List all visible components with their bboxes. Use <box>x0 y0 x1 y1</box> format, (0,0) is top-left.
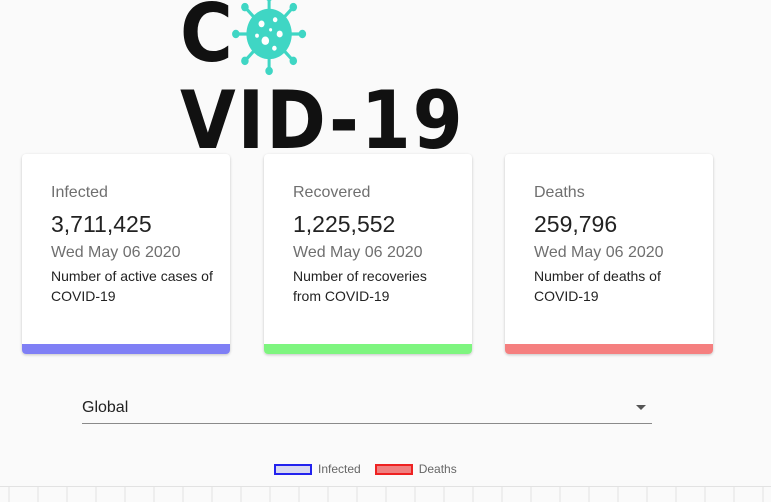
legend-label: Deaths <box>418 462 457 476</box>
deaths-card: Deaths 259,796 Wed May 06 2020 Number of… <box>505 154 713 354</box>
country-select[interactable]: Global <box>82 394 652 424</box>
dropdown-arrow-icon[interactable] <box>636 405 646 410</box>
card-description: Number of active cases of COVID-19 <box>51 268 213 304</box>
covid-logo: CVID-19 <box>180 0 560 161</box>
card-title: Recovered <box>293 184 371 201</box>
card-color-bar <box>22 344 230 354</box>
card-date: Wed May 06 2020 <box>534 244 664 261</box>
card-value: 1,225,552 <box>293 211 396 237</box>
card-date: Wed May 06 2020 <box>293 244 423 261</box>
card-value: 3,711,425 <box>51 211 152 237</box>
card-description: Number of recoveries from COVID-19 <box>293 268 427 304</box>
legend-swatch <box>374 463 413 475</box>
card-value: 259,796 <box>534 211 618 237</box>
card-date: Wed May 06 2020 <box>51 244 181 261</box>
card-title: Infected <box>51 184 108 201</box>
legend-swatch <box>274 463 312 475</box>
country-select-value: Global <box>82 399 129 416</box>
coronavirus-icon <box>231 0 306 76</box>
card-color-bar <box>505 344 713 354</box>
card-description: Number of deaths of COVID-19 <box>534 268 661 304</box>
chart-legend: Infected Deaths <box>274 461 471 477</box>
card-color-bar <box>264 344 472 354</box>
logo-text-end: VID-19 <box>180 74 465 168</box>
legend-item-deaths[interactable]: Deaths <box>374 462 457 476</box>
logo-title: CVID-19 <box>180 0 522 161</box>
card-title: Deaths <box>534 184 585 201</box>
chart-grid <box>0 486 771 502</box>
logo-text-start: C <box>180 0 235 80</box>
legend-item-infected[interactable]: Infected <box>274 462 361 476</box>
infected-card: Infected 3,711,425 Wed May 06 2020 Numbe… <box>22 154 230 354</box>
recovered-card: Recovered 1,225,552 Wed May 06 2020 Numb… <box>264 154 472 354</box>
legend-label: Infected <box>318 462 361 476</box>
